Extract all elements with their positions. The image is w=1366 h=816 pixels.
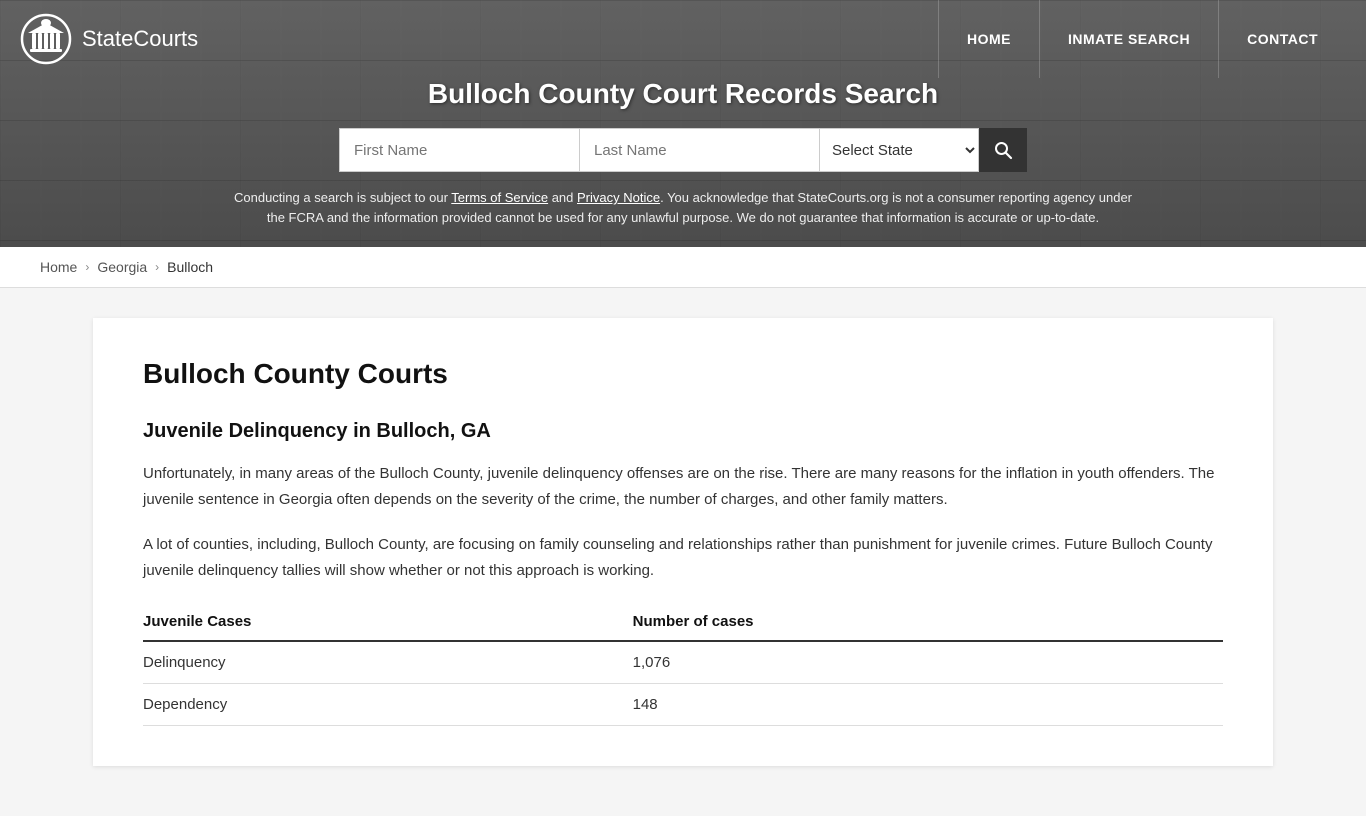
search-form: Select State Alabama Alaska Georgia Texa… (0, 128, 1366, 172)
content-card: Bulloch County Courts Juvenile Delinquen… (93, 318, 1273, 766)
table-cell-value: 148 (613, 684, 1223, 726)
section-title: Bulloch County Courts (143, 358, 1223, 390)
main-wrapper: Bulloch County Courts Juvenile Delinquen… (0, 288, 1366, 816)
table-row: Delinquency1,076 (143, 641, 1223, 684)
breadcrumb-home[interactable]: Home (40, 259, 77, 275)
col-header-cases: Juvenile Cases (143, 603, 613, 641)
last-name-input[interactable] (579, 128, 819, 172)
privacy-link[interactable]: Privacy Notice (577, 190, 660, 205)
search-button[interactable] (979, 128, 1027, 172)
table-header-row: Juvenile Cases Number of cases (143, 603, 1223, 641)
first-name-input[interactable] (339, 128, 579, 172)
subsection-title: Juvenile Delinquency in Bulloch, GA (143, 420, 1223, 443)
nav-contact[interactable]: CONTACT (1218, 0, 1346, 78)
site-logo[interactable]: StateCourts (20, 13, 198, 65)
nav-links: HOME INMATE SEARCH CONTACT (938, 0, 1346, 78)
breadcrumb-county: Bulloch (167, 259, 213, 275)
table-row: Dependency148 (143, 684, 1223, 726)
breadcrumb-state[interactable]: Georgia (97, 259, 147, 275)
table-cell-value: 1,076 (613, 641, 1223, 684)
search-area: Bulloch County Court Records Search Sele… (0, 78, 1366, 247)
juvenile-cases-table: Juvenile Cases Number of cases Delinquen… (143, 603, 1223, 726)
nav-home[interactable]: HOME (938, 0, 1039, 78)
top-navigation: StateCourts HOME INMATE SEARCH CONTACT (0, 0, 1366, 78)
table-cell-label: Delinquency (143, 641, 613, 684)
breadcrumb-sep-2: › (155, 260, 159, 274)
table-body: Delinquency1,076Dependency148 (143, 641, 1223, 726)
content-para-1: Unfortunately, in many areas of the Bull… (143, 461, 1223, 512)
table-cell-label: Dependency (143, 684, 613, 726)
state-select[interactable]: Select State Alabama Alaska Georgia Texa… (819, 128, 979, 172)
breadcrumb: Home › Georgia › Bulloch (0, 247, 1366, 288)
logo-text: StateCourts (82, 26, 198, 52)
logo-icon (20, 13, 72, 65)
content-para-2: A lot of counties, including, Bulloch Co… (143, 532, 1223, 583)
disclaimer-text: Conducting a search is subject to our Te… (233, 188, 1133, 227)
nav-inmate-search[interactable]: INMATE SEARCH (1039, 0, 1218, 78)
terms-link[interactable]: Terms of Service (451, 190, 548, 205)
site-header: StateCourts HOME INMATE SEARCH CONTACT B… (0, 0, 1366, 247)
col-header-number: Number of cases (613, 603, 1223, 641)
page-title: Bulloch County Court Records Search (0, 78, 1366, 110)
search-icon (993, 140, 1013, 160)
breadcrumb-sep-1: › (85, 260, 89, 274)
